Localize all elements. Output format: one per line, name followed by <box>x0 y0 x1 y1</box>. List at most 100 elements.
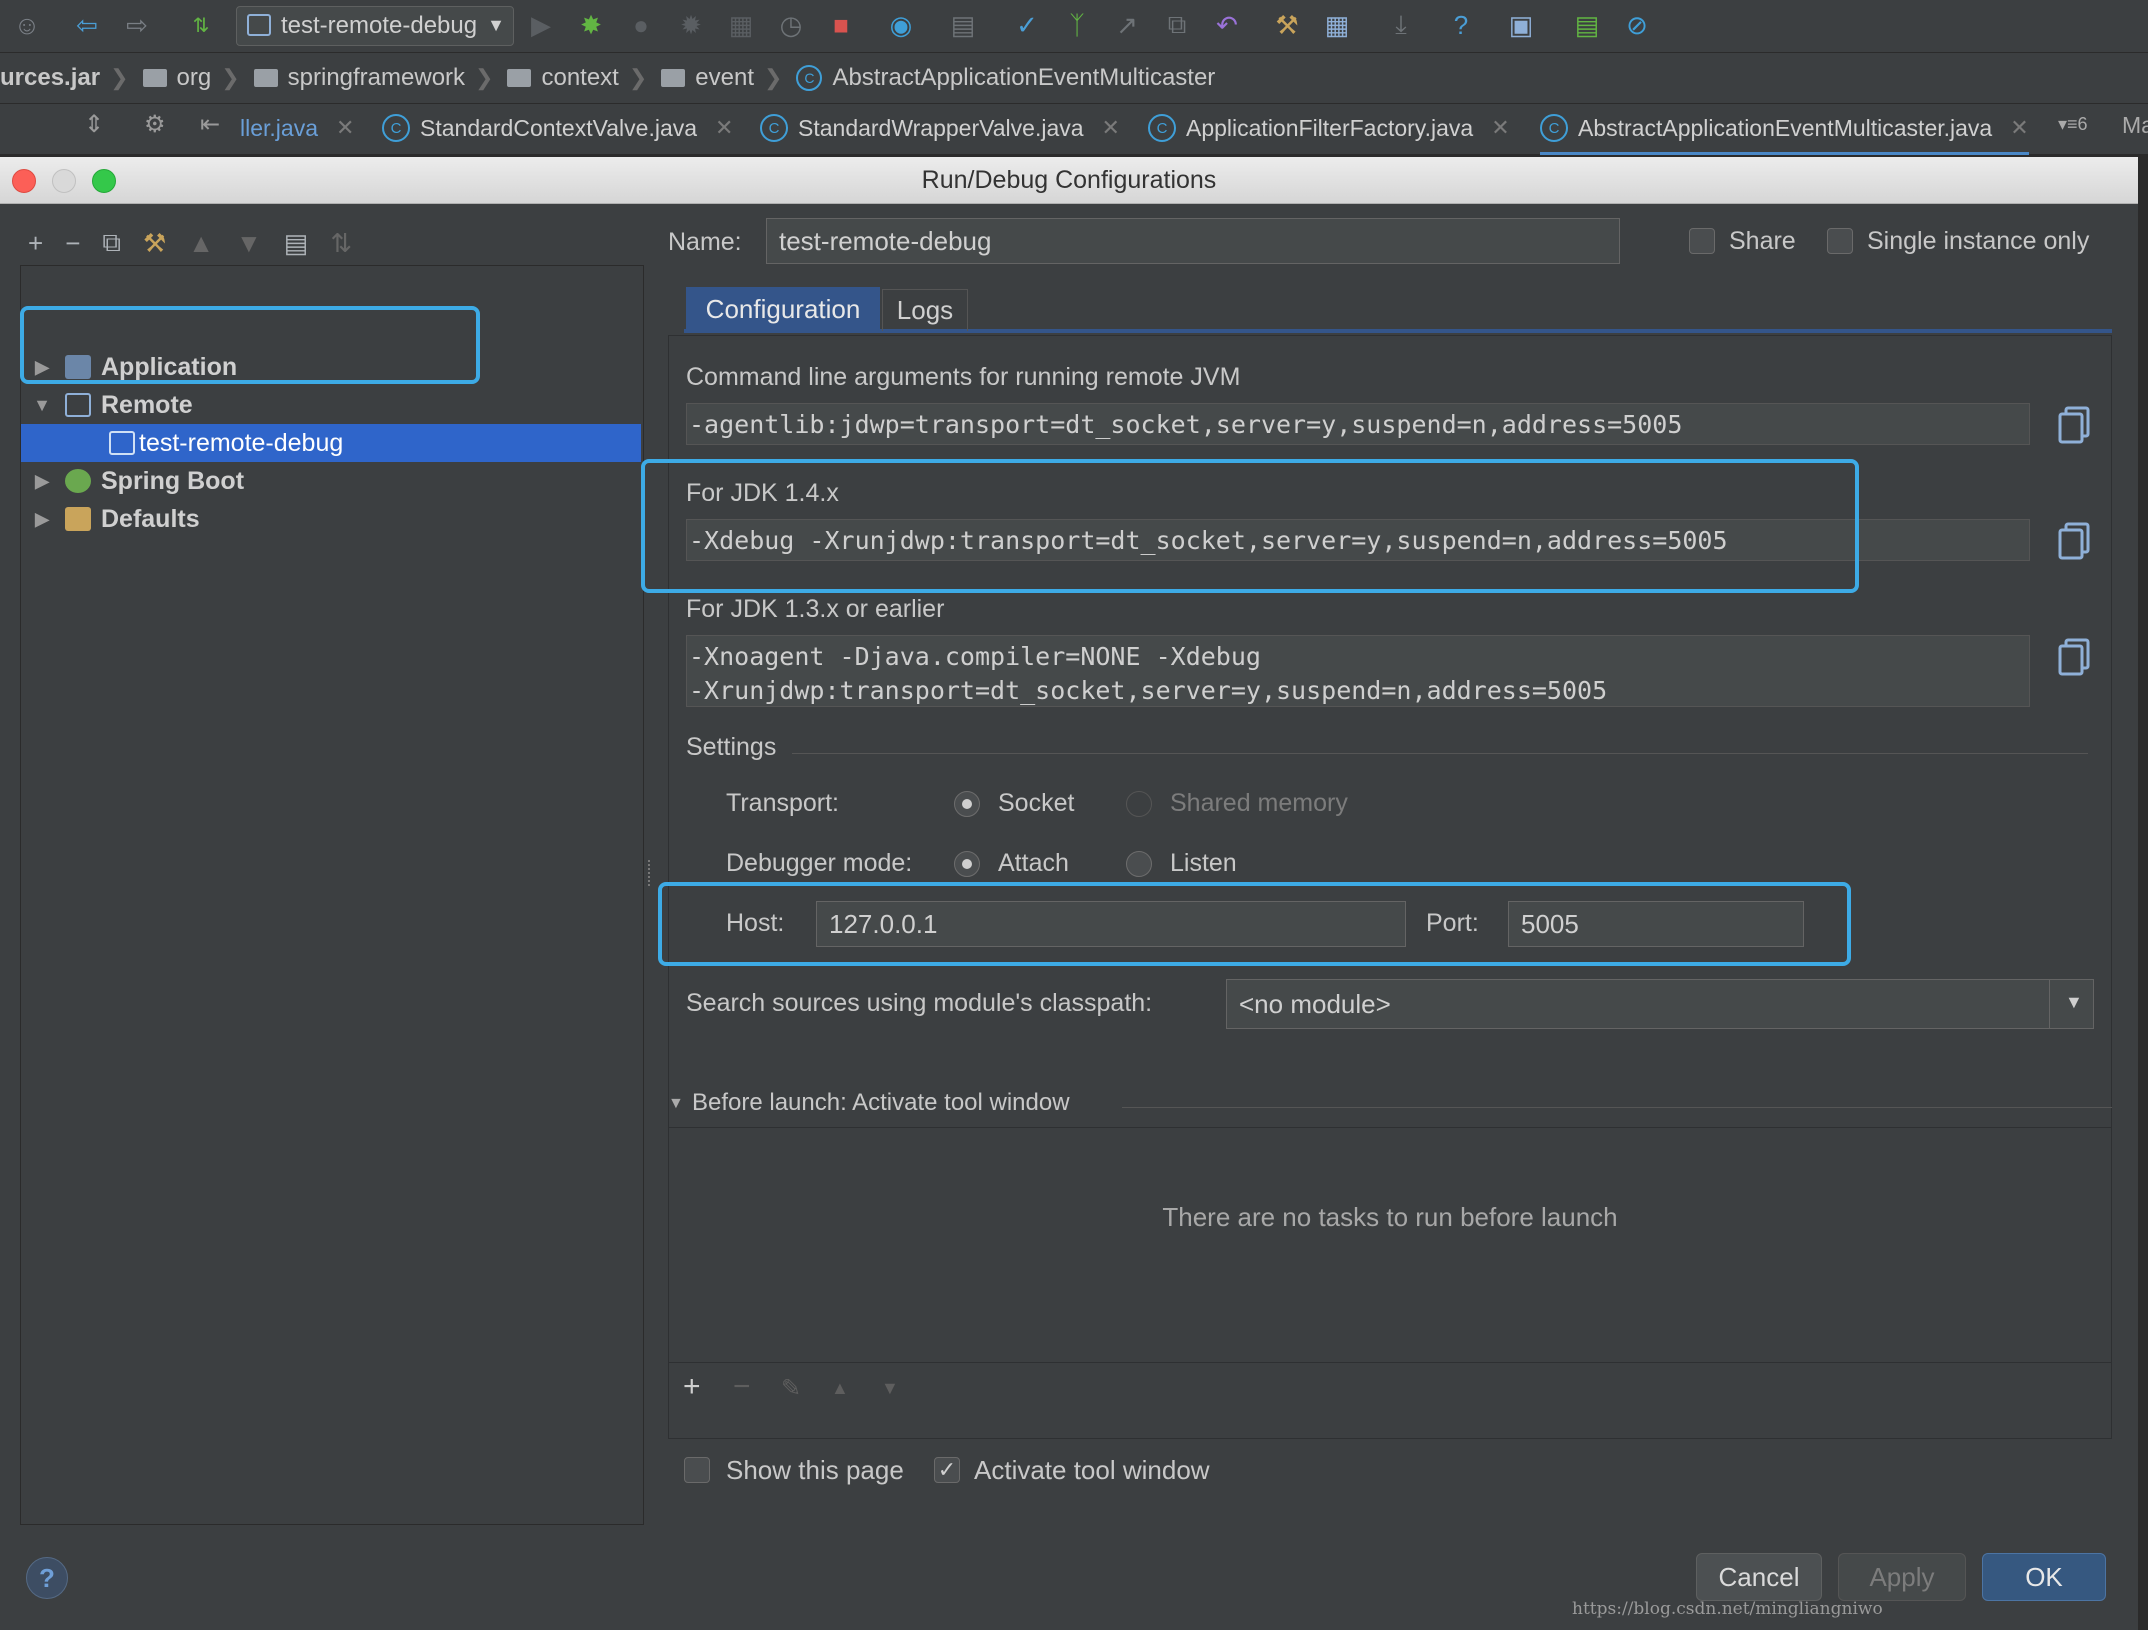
help-icon[interactable]: ? <box>1444 8 1478 42</box>
activate-tool-window-checkbox[interactable]: ✓ <box>934 1457 960 1483</box>
stop-icon[interactable]: ■ <box>824 8 858 42</box>
editor-tab[interactable]: C ApplicationFilterFactory.java ✕ <box>1148 104 1510 152</box>
collapse-icon[interactable]: ⇕ <box>84 110 114 146</box>
tab-logs[interactable]: Logs <box>882 289 968 331</box>
revert-icon[interactable]: ↶ <box>1210 8 1244 42</box>
sdk-download-icon[interactable]: ⤓ <box>1384 8 1418 42</box>
back-arrow-icon[interactable]: ⇦ <box>70 8 104 42</box>
remote-config-icon <box>109 431 135 455</box>
copy-icon[interactable]: ⧉ <box>102 227 121 259</box>
attach-icon[interactable]: ◷ <box>774 8 808 42</box>
copy-icon[interactable] <box>2054 405 2094 445</box>
before-launch-title: Before launch: Activate tool window <box>692 1089 1070 1116</box>
cancel-button[interactable]: Cancel <box>1696 1553 1822 1601</box>
collapse-icon[interactable]: ▼ <box>27 395 57 416</box>
coverage-icon[interactable]: ● <box>624 8 658 42</box>
tree-item-label: Spring Boot <box>101 466 245 495</box>
help-button[interactable]: ? <box>26 1557 68 1599</box>
close-icon[interactable]: ✕ <box>715 115 733 141</box>
move-up-icon[interactable]: ▲ <box>188 228 214 259</box>
move-up-icon[interactable]: ▲ <box>831 1378 849 1399</box>
tabs-overflow[interactable]: ▾≡6 <box>2058 114 2088 135</box>
transport-socket-radio[interactable] <box>954 791 980 817</box>
breadcrumb-springframework[interactable]: springframework ❯ <box>253 64 493 92</box>
folder-icon[interactable]: ▤ <box>284 228 309 259</box>
terminal-icon[interactable]: ▣ <box>1504 8 1538 42</box>
settings-wrench-icon[interactable]: ⚒ <box>1270 8 1304 42</box>
highlight-remote-config <box>20 306 480 384</box>
tree-item-test-remote-debug[interactable]: test-remote-debug <box>21 424 641 462</box>
apply-button[interactable]: Apply <box>1838 1553 1966 1601</box>
editor-tab[interactable]: C StandardWrapperValve.java ✕ <box>760 104 1120 152</box>
breadcrumb-org[interactable]: org ❯ <box>142 64 240 92</box>
run-config-selector[interactable]: test-remote-debug ▼ <box>236 6 514 46</box>
editor-tab-cut[interactable]: Ma <box>2122 112 2148 139</box>
single-instance-checkbox[interactable] <box>1827 228 1853 254</box>
editor-tab-active[interactable]: C AbstractApplicationEventMulticaster.jav… <box>1540 104 2029 155</box>
breadcrumb-jar[interactable]: urces.jar ❯ <box>0 64 129 92</box>
ok-button[interactable]: OK <box>1982 1553 2106 1601</box>
editor-tab[interactable]: ller.java ✕ <box>240 104 354 152</box>
share-checkbox[interactable] <box>1689 228 1715 254</box>
tree-item-label: Defaults <box>101 504 200 533</box>
classpath-select[interactable]: <no module> ▼ <box>1226 979 2094 1029</box>
update-running-icon[interactable]: ◉ <box>884 8 918 42</box>
monitor-icon[interactable]: ▤ <box>1570 8 1604 42</box>
jdk13-line2: -Xrunjdwp:transport=dt_socket,server=y,s… <box>689 676 1608 705</box>
edit-defaults-icon[interactable]: ⚒ <box>143 228 166 259</box>
tree-item-spring-boot[interactable]: ▶ Spring Boot <box>21 462 641 500</box>
show-page-checkbox[interactable] <box>684 1457 710 1483</box>
profile-icon[interactable]: ✹ <box>674 8 708 42</box>
jdk13-field[interactable]: -Xnoagent -Djava.compiler=NONE -Xdebug -X… <box>686 635 2030 707</box>
classpath-select-value: <no module> <box>1239 988 1391 1019</box>
vcs-icon[interactable]: ▤ <box>946 8 980 42</box>
splitter-handle[interactable] <box>648 860 654 886</box>
copy-icon[interactable] <box>2054 637 2094 677</box>
tree-item-remote[interactable]: ▼ Remote <box>21 386 641 424</box>
run-icon[interactable]: ▶ <box>524 8 558 42</box>
move-down-icon[interactable]: ▼ <box>881 1378 899 1399</box>
project-structure-icon[interactable]: ▦ <box>1320 8 1354 42</box>
breadcrumb-class[interactable]: C AbstractApplicationEventMulticaster <box>796 64 1215 92</box>
tab-configuration[interactable]: Configuration <box>686 287 880 331</box>
breadcrumb-context[interactable]: context ❯ <box>507 64 647 92</box>
vcs-branch-icon[interactable]: ᛉ <box>1060 8 1094 42</box>
tree-item-label: test-remote-debug <box>139 428 344 457</box>
forward-arrow-icon[interactable]: ⇨ <box>120 8 154 42</box>
no-entry-icon[interactable]: ⊘ <box>1620 8 1654 42</box>
gear-icon[interactable]: ⚙ <box>144 110 184 146</box>
close-icon[interactable]: ✕ <box>336 115 354 141</box>
debugger-listen-radio[interactable] <box>1126 851 1152 877</box>
build-icon[interactable]: ⇅ <box>184 8 218 42</box>
compare-icon[interactable]: ⧉ <box>1160 8 1194 42</box>
breadcrumb-event[interactable]: event ❯ <box>661 64 782 92</box>
remote-icon <box>65 393 91 417</box>
debugger-attach-radio[interactable] <box>954 851 980 877</box>
collapse-triangle-icon[interactable]: ▼ <box>668 1095 684 1113</box>
expand-icon[interactable]: ▶ <box>27 509 57 530</box>
name-input[interactable]: test-remote-debug <box>766 218 1620 264</box>
edit-pencil-icon[interactable]: ✎ <box>781 1374 801 1403</box>
remove-icon[interactable]: − <box>733 1370 751 1404</box>
copy-icon[interactable] <box>2054 521 2094 561</box>
add-icon[interactable]: + <box>28 228 43 259</box>
expand-icon[interactable]: ▶ <box>27 471 57 492</box>
tree-item-defaults[interactable]: ▶ Defaults <box>21 500 641 538</box>
editor-tab[interactable]: C StandardContextValve.java ✕ <box>382 104 733 152</box>
hide-icon[interactable]: ⇤ <box>200 110 230 146</box>
close-icon[interactable]: ✕ <box>1491 115 1509 141</box>
vcs-user-icon[interactable]: ☺ <box>10 8 44 42</box>
concurrency-icon[interactable]: ▦ <box>724 8 758 42</box>
cmd-args-field[interactable]: -agentlib:jdwp=transport=dt_socket,serve… <box>686 403 2030 445</box>
close-icon[interactable]: ✕ <box>1102 115 1120 141</box>
move-down-icon[interactable]: ▼ <box>236 228 262 259</box>
close-icon[interactable]: ✕ <box>2010 115 2028 141</box>
add-icon[interactable]: + <box>683 1370 701 1404</box>
activate-tool-window-label: Activate tool window <box>974 1455 1210 1485</box>
sort-icon[interactable]: ⇅ <box>330 228 352 259</box>
vcs-merge-icon[interactable]: ↗ <box>1110 8 1144 42</box>
remove-icon[interactable]: − <box>65 228 80 259</box>
transport-shared-memory-radio[interactable] <box>1126 791 1152 817</box>
vcs-update-icon[interactable]: ✓ <box>1010 8 1044 42</box>
debug-bug-icon[interactable]: ✸ <box>574 8 608 42</box>
